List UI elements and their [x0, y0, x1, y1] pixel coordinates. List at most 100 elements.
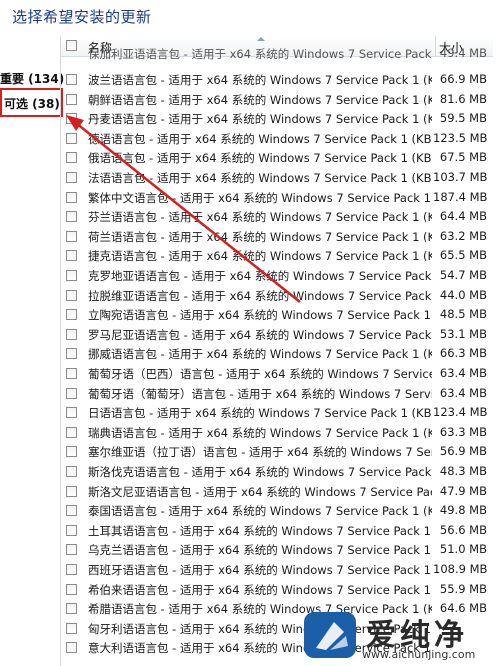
- row-checkbox[interactable]: [66, 505, 77, 517]
- update-name: 立陶宛语语言包 - 适用于 x64 系统的 Windows 7 Service …: [88, 308, 432, 323]
- table-row[interactable]: 拉脱维亚语语言包 - 适用于 x64 系统的 Windows 7 Service…: [61, 286, 493, 306]
- table-row[interactable]: 法语语言包 - 适用于 x64 系统的 Windows 7 Service Pa…: [61, 168, 493, 188]
- update-name: 法语语言包 - 适用于 x64 系统的 Windows 7 Service Pa…: [88, 171, 432, 185]
- table-row[interactable]: 俄语语言包 - 适用于 x64 系统的 Windows 7 Service Pa…: [61, 148, 493, 168]
- row-checkbox[interactable]: [66, 191, 77, 203]
- update-size: 51.0 MB: [439, 542, 487, 557]
- row-checkbox[interactable]: [66, 426, 77, 438]
- row-checkbox[interactable]: [66, 348, 77, 360]
- table-row[interactable]: 土耳其语语言包 - 适用于 x64 系统的 Windows 7 Service …: [61, 521, 493, 541]
- table-row[interactable]: 荷兰语语言包 - 适用于 x64 系统的 Windows 7 Service P…: [61, 227, 493, 247]
- row-checkbox[interactable]: [66, 289, 77, 301]
- row-checkbox[interactable]: [66, 328, 77, 340]
- table-row-partial[interactable]: 保加利亚语语言包 - 适用于 x64 系统的 Windows 7 Service…: [61, 46, 493, 70]
- update-name: 乌克兰语语言包 - 适用于 x64 系统的 Windows 7 Service …: [88, 543, 432, 558]
- update-name: 俄语语言包 - 适用于 x64 系统的 Windows 7 Service Pa…: [88, 151, 432, 166]
- table-row[interactable]: 罗马尼亚语语言包 - 适用于 x64 系统的 Windows 7 Service…: [61, 325, 493, 345]
- update-name: 瑞典语语言包 - 适用于 x64 系统的 Windows 7 Service P…: [88, 425, 432, 440]
- update-list: 名称 大小 保加利亚语语言包 - 适用于 x64 系统的 Windows 7 S…: [60, 36, 493, 666]
- update-size: 63.3 MB: [439, 424, 487, 439]
- row-checkbox[interactable]: [66, 622, 77, 634]
- row-checkbox[interactable]: [66, 603, 77, 615]
- row-checkbox[interactable]: [66, 172, 77, 183]
- table-row[interactable]: 葡萄牙语（巴西）语言包 - 适用于 x64 系统的 Windows 7 Serv…: [61, 364, 493, 384]
- row-checkbox[interactable]: [66, 250, 77, 262]
- row-checkbox[interactable]: [66, 309, 77, 321]
- watermark: 爱纯净 www.aichunjing.com: [300, 608, 500, 666]
- update-name: 泰国语语言包 - 适用于 x64 系统的 Windows 7 Service P…: [88, 504, 432, 519]
- row-checkbox[interactable]: [66, 407, 77, 419]
- table-row[interactable]: 日语语言包 - 适用于 x64 系统的 Windows 7 Service Pa…: [61, 403, 493, 423]
- row-checkbox[interactable]: [66, 230, 77, 242]
- table-row[interactable]: 希伯来语语言包 - 适用于 x64 系统的 Windows 7 Service …: [61, 580, 493, 600]
- update-size: 65.5 MB: [439, 248, 487, 263]
- row-checkbox[interactable]: [66, 524, 77, 536]
- update-size: 63.2 MB: [439, 228, 487, 243]
- update-size: 54.7 MB: [439, 268, 487, 282]
- update-name: 葡萄牙语（巴西）语言包 - 适用于 x64 系统的 Windows 7 Serv…: [88, 367, 432, 381]
- table-row[interactable]: 德语语言包 - 适用于 x64 系统的 Windows 7 Service Pa…: [61, 129, 493, 149]
- table-row[interactable]: 挪威语语言包 - 适用于 x64 系统的 Windows 7 Service P…: [61, 344, 493, 364]
- row-checkbox[interactable]: [66, 74, 77, 85]
- update-name: 葡萄牙语（葡萄牙）语言包 - 适用于 x64 系统的 Windows 7 Ser…: [88, 386, 432, 401]
- update-size: 49.8 MB: [439, 503, 487, 518]
- update-size: 187.4 MB: [433, 189, 488, 204]
- row-checkbox[interactable]: [66, 642, 77, 654]
- table-row[interactable]: 芬兰语语言包 - 适用于 x64 系统的 Windows 7 Service P…: [61, 207, 493, 227]
- row-checkbox[interactable]: [66, 564, 77, 575]
- update-size: 53.1 MB: [439, 326, 487, 341]
- update-name: 塞尔维亚语（拉丁语）语言包 - 适用于 x64 系统的 Windows 7 Se…: [88, 445, 432, 460]
- watermark-logo-icon: [304, 612, 356, 658]
- table-row[interactable]: 捷克语语言包 - 适用于 x64 系统的 Windows 7 Service P…: [61, 246, 493, 266]
- row-checkbox[interactable]: [66, 544, 77, 556]
- update-name: 德语语言包 - 适用于 x64 系统的 Windows 7 Service Pa…: [88, 131, 432, 146]
- update-name: 挪威语语言包 - 适用于 x64 系统的 Windows 7 Service P…: [88, 347, 432, 362]
- update-name: 丹麦语语言包 - 适用于 x64 系统的 Windows 7 Service P…: [88, 112, 432, 127]
- table-row[interactable]: 乌克兰语语言包 - 适用于 x64 系统的 Windows 7 Service …: [61, 540, 493, 560]
- row-checkbox[interactable]: [66, 270, 77, 281]
- row-checkbox[interactable]: [66, 583, 77, 595]
- row-checkbox[interactable]: [66, 132, 77, 144]
- update-size: 123.4 MB: [433, 405, 488, 420]
- update-size: 55.9 MB: [439, 581, 487, 596]
- sidebar-item-optional[interactable]: 可选 (38): [0, 88, 63, 117]
- sort-indicator-icon: [257, 37, 265, 41]
- update-name: 日语语言包 - 适用于 x64 系统的 Windows 7 Service Pa…: [88, 406, 432, 421]
- row-checkbox[interactable]: [66, 446, 77, 458]
- update-name: 捷克语语言包 - 适用于 x64 系统的 Windows 7 Service P…: [88, 249, 432, 264]
- table-row[interactable]: 斯洛伐克语语言包 - 适用于 x64 系统的 Windows 7 Service…: [61, 462, 493, 482]
- table-row[interactable]: 朝鲜语语言包 - 适用于 x64 系统的 Windows 7 Service P…: [61, 90, 493, 110]
- table-row[interactable]: 西班牙语语言包 - 适用于 x64 系统的 Windows 7 Service …: [61, 560, 493, 580]
- table-row[interactable]: 泰国语语言包 - 适用于 x64 系统的 Windows 7 Service P…: [61, 501, 493, 521]
- sidebar-item-important[interactable]: 重要 (134): [0, 70, 64, 87]
- update-name: 保加利亚语语言包 - 适用于 x64 系统的 Windows 7 Service…: [88, 47, 432, 61]
- table-row[interactable]: 丹麦语语言包 - 适用于 x64 系统的 Windows 7 Service P…: [61, 109, 493, 129]
- update-size: 66.3 MB: [439, 346, 487, 361]
- row-checkbox[interactable]: [66, 211, 77, 223]
- row-checkbox[interactable]: [66, 387, 77, 399]
- update-size: 63.4 MB: [439, 366, 487, 380]
- row-checkbox[interactable]: [66, 152, 77, 164]
- row-checkbox[interactable]: [66, 368, 77, 379]
- table-row[interactable]: 立陶宛语语言包 - 适用于 x64 系统的 Windows 7 Service …: [61, 305, 493, 325]
- update-name: 斯洛伐克语语言包 - 适用于 x64 系统的 Windows 7 Service…: [88, 465, 432, 479]
- update-name: 繁体中文语言包 - 适用于 x64 系统的 Windows 7 Service …: [88, 190, 432, 205]
- update-size: 56.9 MB: [439, 444, 487, 459]
- table-row[interactable]: 葡萄牙语（葡萄牙）语言包 - 适用于 x64 系统的 Windows 7 Ser…: [61, 384, 493, 404]
- update-size: 81.6 MB: [439, 91, 487, 106]
- update-name: 罗马尼亚语语言包 - 适用于 x64 系统的 Windows 7 Service…: [88, 327, 432, 342]
- table-row[interactable]: 斯洛文尼亚语语言包 - 适用于 x64 系统的 Windows 7 Servic…: [61, 482, 493, 502]
- row-checkbox[interactable]: [66, 113, 77, 125]
- table-row[interactable]: 克罗地亚语语言包 - 适用于 x64 系统的 Windows 7 Service…: [61, 266, 493, 286]
- update-size: 103.7 MB: [433, 170, 488, 184]
- row-checkbox[interactable]: [66, 485, 77, 497]
- table-row[interactable]: 塞尔维亚语（拉丁语）语言包 - 适用于 x64 系统的 Windows 7 Se…: [61, 442, 493, 462]
- update-size: 59.5 MB: [439, 111, 487, 126]
- table-row[interactable]: 波兰语语言包 - 适用于 x64 系统的 Windows 7 Service P…: [61, 70, 493, 90]
- table-row[interactable]: 繁体中文语言包 - 适用于 x64 系统的 Windows 7 Service …: [61, 188, 493, 208]
- row-checkbox[interactable]: [66, 93, 77, 105]
- update-size: 47.9 MB: [439, 483, 487, 498]
- update-size: 64.4 MB: [439, 209, 487, 224]
- table-row[interactable]: 瑞典语语言包 - 适用于 x64 系统的 Windows 7 Service P…: [61, 423, 493, 443]
- row-checkbox[interactable]: [66, 466, 77, 477]
